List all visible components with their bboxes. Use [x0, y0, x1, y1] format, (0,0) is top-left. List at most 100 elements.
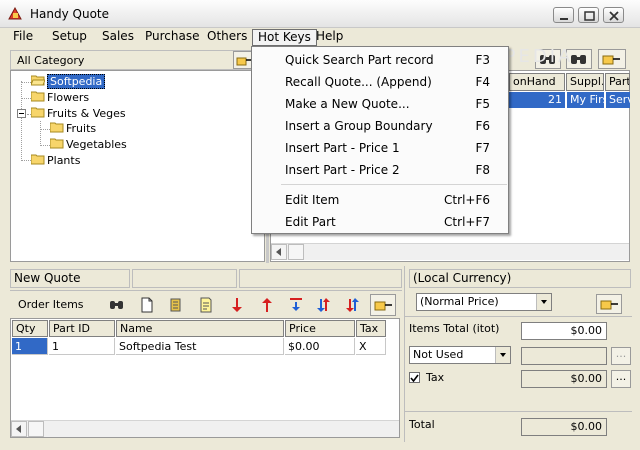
menu-item-insert-price-2[interactable]: Insert Part - Price 2 F8: [285, 161, 490, 179]
expand-fruits-veges-toggle[interactable]: [17, 109, 26, 118]
menu-item-label: Insert Part - Price 1: [285, 141, 400, 155]
menu-item-recall-quote[interactable]: Recall Quote... (Append) F4: [285, 73, 490, 91]
tree-item-fruits[interactable]: Fruits: [50, 122, 96, 136]
folder-icon: [50, 138, 64, 149]
arrow-left-icon: [276, 248, 281, 256]
move-to-bottom-icon[interactable]: [287, 296, 305, 314]
hand-pointer-icon: [600, 300, 618, 310]
tree-item-plants[interactable]: Plants: [31, 154, 80, 168]
orders-label: Order Items: [18, 298, 84, 311]
arrow-down-icon[interactable]: [228, 296, 246, 314]
column-header-name[interactable]: Name: [116, 320, 284, 337]
status-cell-empty-2: [239, 269, 402, 288]
tree-item-flowers[interactable]: Flowers: [31, 91, 89, 105]
scrollbar-thumb[interactable]: [288, 244, 304, 260]
binoculars-icon[interactable]: [108, 296, 126, 314]
swap-icon[interactable]: [315, 296, 333, 314]
group-icon[interactable]: [167, 296, 185, 314]
menu-item-label: Recall Quote... (Append): [285, 75, 432, 89]
tax-options-button[interactable]: ...: [611, 370, 631, 388]
minimize-button[interactable]: [553, 7, 574, 23]
menu-item-shortcut: F6: [475, 119, 490, 133]
order-cell-part-id[interactable]: 1: [49, 338, 115, 355]
parts-pointer-button[interactable]: [598, 49, 626, 69]
menu-item-quick-search[interactable]: Quick Search Part record F3: [285, 51, 490, 69]
notes-icon[interactable]: [197, 296, 215, 314]
order-cell-name[interactable]: Softpedia Test: [116, 338, 284, 355]
menu-hot-keys[interactable]: Hot Keys: [252, 29, 317, 46]
menu-item-shortcut: F4: [475, 75, 490, 89]
menu-item-group-boundary[interactable]: Insert a Group Boundary F6: [285, 117, 490, 135]
menu-item-label: Edit Part: [285, 215, 336, 229]
reorder-icon[interactable]: [344, 296, 362, 314]
menu-sales[interactable]: Sales: [97, 29, 139, 46]
title-bar: Handy Quote: [0, 0, 640, 28]
menu-item-shortcut: Ctrl+F6: [444, 193, 490, 207]
new-document-icon[interactable]: [138, 296, 156, 314]
window-title: Handy Quote: [30, 7, 109, 21]
menu-item-label: Make a New Quote...: [285, 97, 410, 111]
tree-label-flowers: Flowers: [47, 91, 90, 104]
price-level-select[interactable]: (Normal Price): [416, 293, 552, 311]
column-header-tax[interactable]: Tax: [356, 320, 386, 337]
menu-help[interactable]: Help: [311, 29, 348, 46]
parts-cell-supplier[interactable]: My First: [566, 92, 604, 108]
menu-item-edit-item[interactable]: Edit Item Ctrl+F6: [285, 191, 490, 209]
arrow-up-icon[interactable]: [258, 296, 276, 314]
column-header-part[interactable]: Part: [605, 73, 630, 91]
checkmark-icon: [410, 374, 419, 383]
discount-options-button[interactable]: ...: [611, 347, 631, 365]
app-icon: [8, 7, 22, 20]
column-header-part-id[interactable]: Part ID: [49, 320, 115, 337]
tax-label: Tax: [426, 371, 445, 384]
order-cell-price[interactable]: $0.00: [285, 338, 355, 355]
tree-item-fruits-veges[interactable]: Fruits & Veges: [31, 107, 126, 121]
menu-purchase[interactable]: Purchase: [140, 29, 205, 46]
pricing-pointer-button[interactable]: [596, 294, 622, 314]
tree-item-softpedia[interactable]: Softpedia: [31, 74, 106, 89]
status-cell-empty-1: [132, 269, 237, 288]
order-items-grid[interactable]: Qty Part ID Name Price Tax 1 1 Softpedia…: [10, 318, 400, 438]
menu-item-new-quote[interactable]: Make a New Quote... F5: [285, 95, 490, 113]
menu-file[interactable]: File: [8, 29, 38, 46]
orders-horizontal-scrollbar[interactable]: [11, 420, 399, 437]
close-button[interactable]: [603, 7, 624, 23]
menu-item-label: Insert a Group Boundary: [285, 119, 433, 133]
order-cell-qty[interactable]: 1: [12, 338, 48, 355]
orders-pointer-button[interactable]: [370, 294, 396, 316]
column-header-onhand[interactable]: onHand: [509, 73, 565, 91]
category-tree[interactable]: Softpedia Flowers Fruits & Veges Fruits …: [10, 70, 265, 262]
items-total-field[interactable]: $0.00: [521, 322, 607, 340]
tax-amount-field: $0.00: [521, 370, 607, 388]
discount-select[interactable]: Not Used: [409, 346, 511, 364]
menu-item-shortcut: Ctrl+F7: [444, 215, 490, 229]
column-header-price[interactable]: Price: [285, 320, 355, 337]
column-header-qty[interactable]: Qty: [12, 320, 48, 337]
tree-item-vegetables[interactable]: Vegetables: [50, 138, 127, 152]
menu-others[interactable]: Others: [202, 29, 252, 46]
scroll-left-button[interactable]: [271, 244, 287, 260]
scroll-left-button[interactable]: [11, 421, 27, 437]
menu-item-edit-part[interactable]: Edit Part Ctrl+F7: [285, 213, 490, 231]
parts-cell-onhand[interactable]: 21: [509, 92, 565, 108]
price-level-value: (Normal Price): [420, 295, 499, 308]
folder-icon: [31, 154, 45, 165]
parts-cell-part[interactable]: Serv: [605, 92, 630, 108]
tree-label-fruits-veges: Fruits & Veges: [47, 107, 126, 120]
total-label: Total: [409, 418, 435, 431]
order-cell-tax[interactable]: X: [356, 338, 386, 355]
maximize-button[interactable]: [578, 7, 599, 23]
folder-open-icon: [31, 75, 45, 86]
category-title: All Category: [17, 54, 85, 67]
menu-setup[interactable]: Setup: [47, 29, 92, 46]
menu-item-label: Edit Item: [285, 193, 340, 207]
total-amount-field: $0.00: [521, 418, 607, 436]
tax-checkbox[interactable]: [409, 372, 420, 383]
menu-item-insert-price-1[interactable]: Insert Part - Price 1 F7: [285, 139, 490, 157]
column-header-supplier[interactable]: Suppl...: [566, 73, 604, 91]
parts-horizontal-scrollbar[interactable]: [271, 243, 629, 260]
category-header: All Category: [10, 50, 252, 70]
tree-label-softpedia: Softpedia: [47, 74, 106, 89]
scrollbar-thumb[interactable]: [28, 421, 44, 437]
tree-label-plants: Plants: [47, 154, 81, 167]
